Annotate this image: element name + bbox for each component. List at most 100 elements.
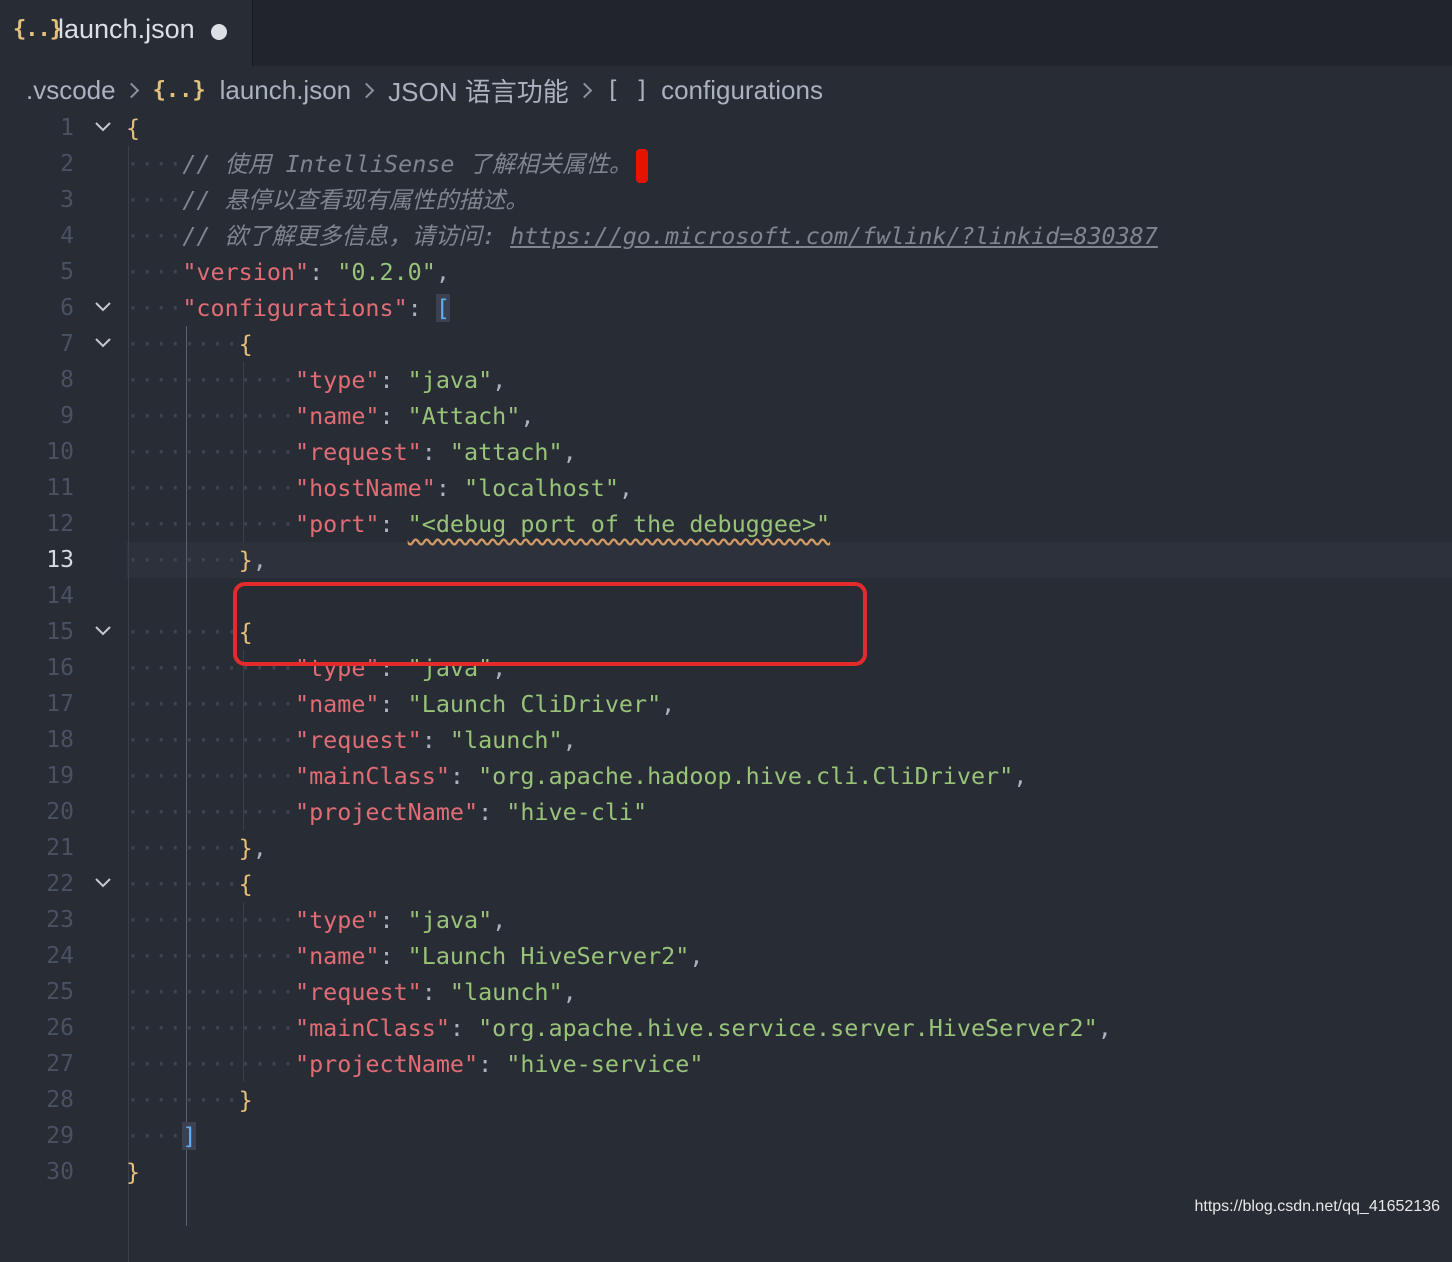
code-token: { — [238, 870, 253, 898]
fold-chevron-icon[interactable] — [93, 335, 113, 351]
code-token: "port" — [295, 510, 380, 538]
whitespace-dots: ············ — [126, 510, 295, 538]
code-token: "launch" — [449, 978, 563, 1006]
code-token: , — [252, 834, 267, 862]
code-token: : — [407, 294, 436, 322]
breadcrumb-item-launch-json[interactable]: launch.json — [220, 75, 352, 106]
tab-title[interactable]: launch.json — [58, 14, 195, 45]
breadcrumb-item-vscode[interactable]: .vscode — [26, 75, 116, 106]
tab-launch-json[interactable]: {..} launch.json — [0, 0, 253, 66]
line-number: 27 — [46, 1051, 74, 1077]
line-number: 23 — [46, 907, 74, 933]
code-token: "name" — [295, 690, 380, 718]
whitespace-dots: ············ — [126, 1050, 295, 1078]
line-number: 5 — [60, 259, 74, 285]
code-token: "name" — [295, 402, 380, 430]
line-number: 28 — [46, 1087, 74, 1113]
code-token: "projectName" — [295, 798, 479, 826]
line-number: 14 — [46, 583, 74, 609]
code-token: [ — [435, 294, 450, 322]
code-token: "java" — [407, 906, 493, 934]
json-file-icon: {..} — [152, 77, 206, 103]
code-token: "request" — [295, 978, 422, 1006]
code-token: : — [449, 1014, 479, 1042]
breadcrumb-item-json-language[interactable]: JSON 语言功能 — [388, 72, 569, 109]
code-text: ····// 悬停以查看现有属性的描述。 — [126, 182, 529, 218]
line-number: 26 — [46, 1015, 74, 1041]
code-text: ····] — [126, 1118, 197, 1154]
code-text: ············"type": "java", — [126, 902, 506, 938]
line-number: 7 — [60, 331, 74, 357]
code-token: : — [379, 942, 408, 970]
line-number: 15 — [46, 619, 74, 645]
whitespace-dots: ············ — [126, 798, 295, 826]
code-text: ········}, — [126, 542, 267, 578]
unsaved-dot-icon[interactable] — [211, 24, 227, 40]
code-token: https://go.microsoft.com/fwlink/?linkid=… — [510, 222, 1158, 250]
whitespace-dots: ···· — [126, 294, 183, 322]
whitespace-dots: ············ — [126, 942, 295, 970]
code-token: "type" — [295, 366, 380, 394]
whitespace-dots: ········ — [126, 870, 239, 898]
code-token: : — [379, 366, 408, 394]
code-editor[interactable]: 1{2 ····// 使用 IntelliSense 了解相关属性。 3 ····//… — [0, 110, 1452, 1262]
code-token: "Attach" — [407, 402, 521, 430]
code-token: : — [309, 258, 338, 286]
code-token: "type" — [295, 654, 380, 682]
code-token: : — [421, 978, 450, 1006]
fold-chevron-icon[interactable] — [93, 623, 113, 639]
code-token: { — [238, 330, 253, 358]
code-text: ············"port": "<debug port of the … — [126, 506, 830, 542]
code-token: { — [126, 114, 141, 142]
code-text: ····// 欲了解更多信息，请访问: https://go.microsoft… — [126, 218, 1158, 254]
code-text: ········{ — [126, 866, 253, 902]
code-token: "mainClass" — [295, 1014, 450, 1042]
code-text: ············"request": "launch", — [126, 722, 577, 758]
code-token: "java" — [407, 366, 493, 394]
code-token: : — [379, 690, 408, 718]
code-token: "request" — [295, 726, 422, 754]
code-token: } — [238, 1086, 253, 1114]
code-token: "attach" — [449, 438, 563, 466]
code-text: ············"request": "launch", — [126, 974, 577, 1010]
code-token: // 悬停以查看现有属性的描述。 — [182, 186, 529, 214]
fold-chevron-icon[interactable] — [93, 119, 113, 135]
line-number: 18 — [46, 727, 74, 753]
line-number: 11 — [46, 475, 74, 501]
whitespace-dots: ············ — [126, 762, 295, 790]
fold-chevron-icon[interactable] — [93, 299, 113, 315]
line-number: 10 — [46, 439, 74, 465]
whitespace-dots: ············ — [126, 690, 295, 718]
code-text: ············"name": "Launch HiveServer2"… — [126, 938, 703, 974]
breadcrumb-item-configurations[interactable]: configurations — [661, 75, 823, 106]
code-token: , — [562, 978, 577, 1006]
code-text: ············"mainClass": "org.apache.had… — [126, 758, 1027, 794]
code-token: : — [478, 798, 507, 826]
code-text: { — [126, 110, 140, 146]
code-token: , — [661, 690, 676, 718]
code-token: "0.2.0" — [337, 258, 436, 286]
tab-bar: {..} launch.json — [0, 0, 1452, 66]
line-number: 24 — [46, 943, 74, 969]
code-text: ····"configurations": [ — [126, 290, 450, 326]
code-text: ············"name": "Attach", — [126, 398, 534, 434]
line-number: 13 — [46, 547, 74, 573]
line-number: 9 — [60, 403, 74, 429]
code-text: ············"request": "attach", — [126, 434, 577, 470]
code-text: ········{ — [126, 614, 253, 650]
whitespace-dots: ············ — [126, 978, 295, 1006]
code-token: "<debug port of the debuggee>" — [407, 510, 831, 538]
whitespace-dots: ············ — [126, 726, 295, 754]
code-text: } — [126, 1154, 140, 1190]
code-token: , — [562, 726, 577, 754]
code-token: } — [238, 546, 253, 574]
code-text: ············"projectName": "hive-service… — [126, 1046, 703, 1082]
whitespace-dots: ···· — [126, 1122, 183, 1150]
code-token: : — [379, 402, 408, 430]
whitespace-dots: ···· — [126, 258, 183, 286]
line-number: 20 — [46, 799, 74, 825]
code-token: "version" — [182, 258, 310, 286]
fold-chevron-icon[interactable] — [93, 875, 113, 891]
whitespace-dots: ···· — [126, 150, 183, 178]
code-text: ········{ — [126, 326, 253, 362]
